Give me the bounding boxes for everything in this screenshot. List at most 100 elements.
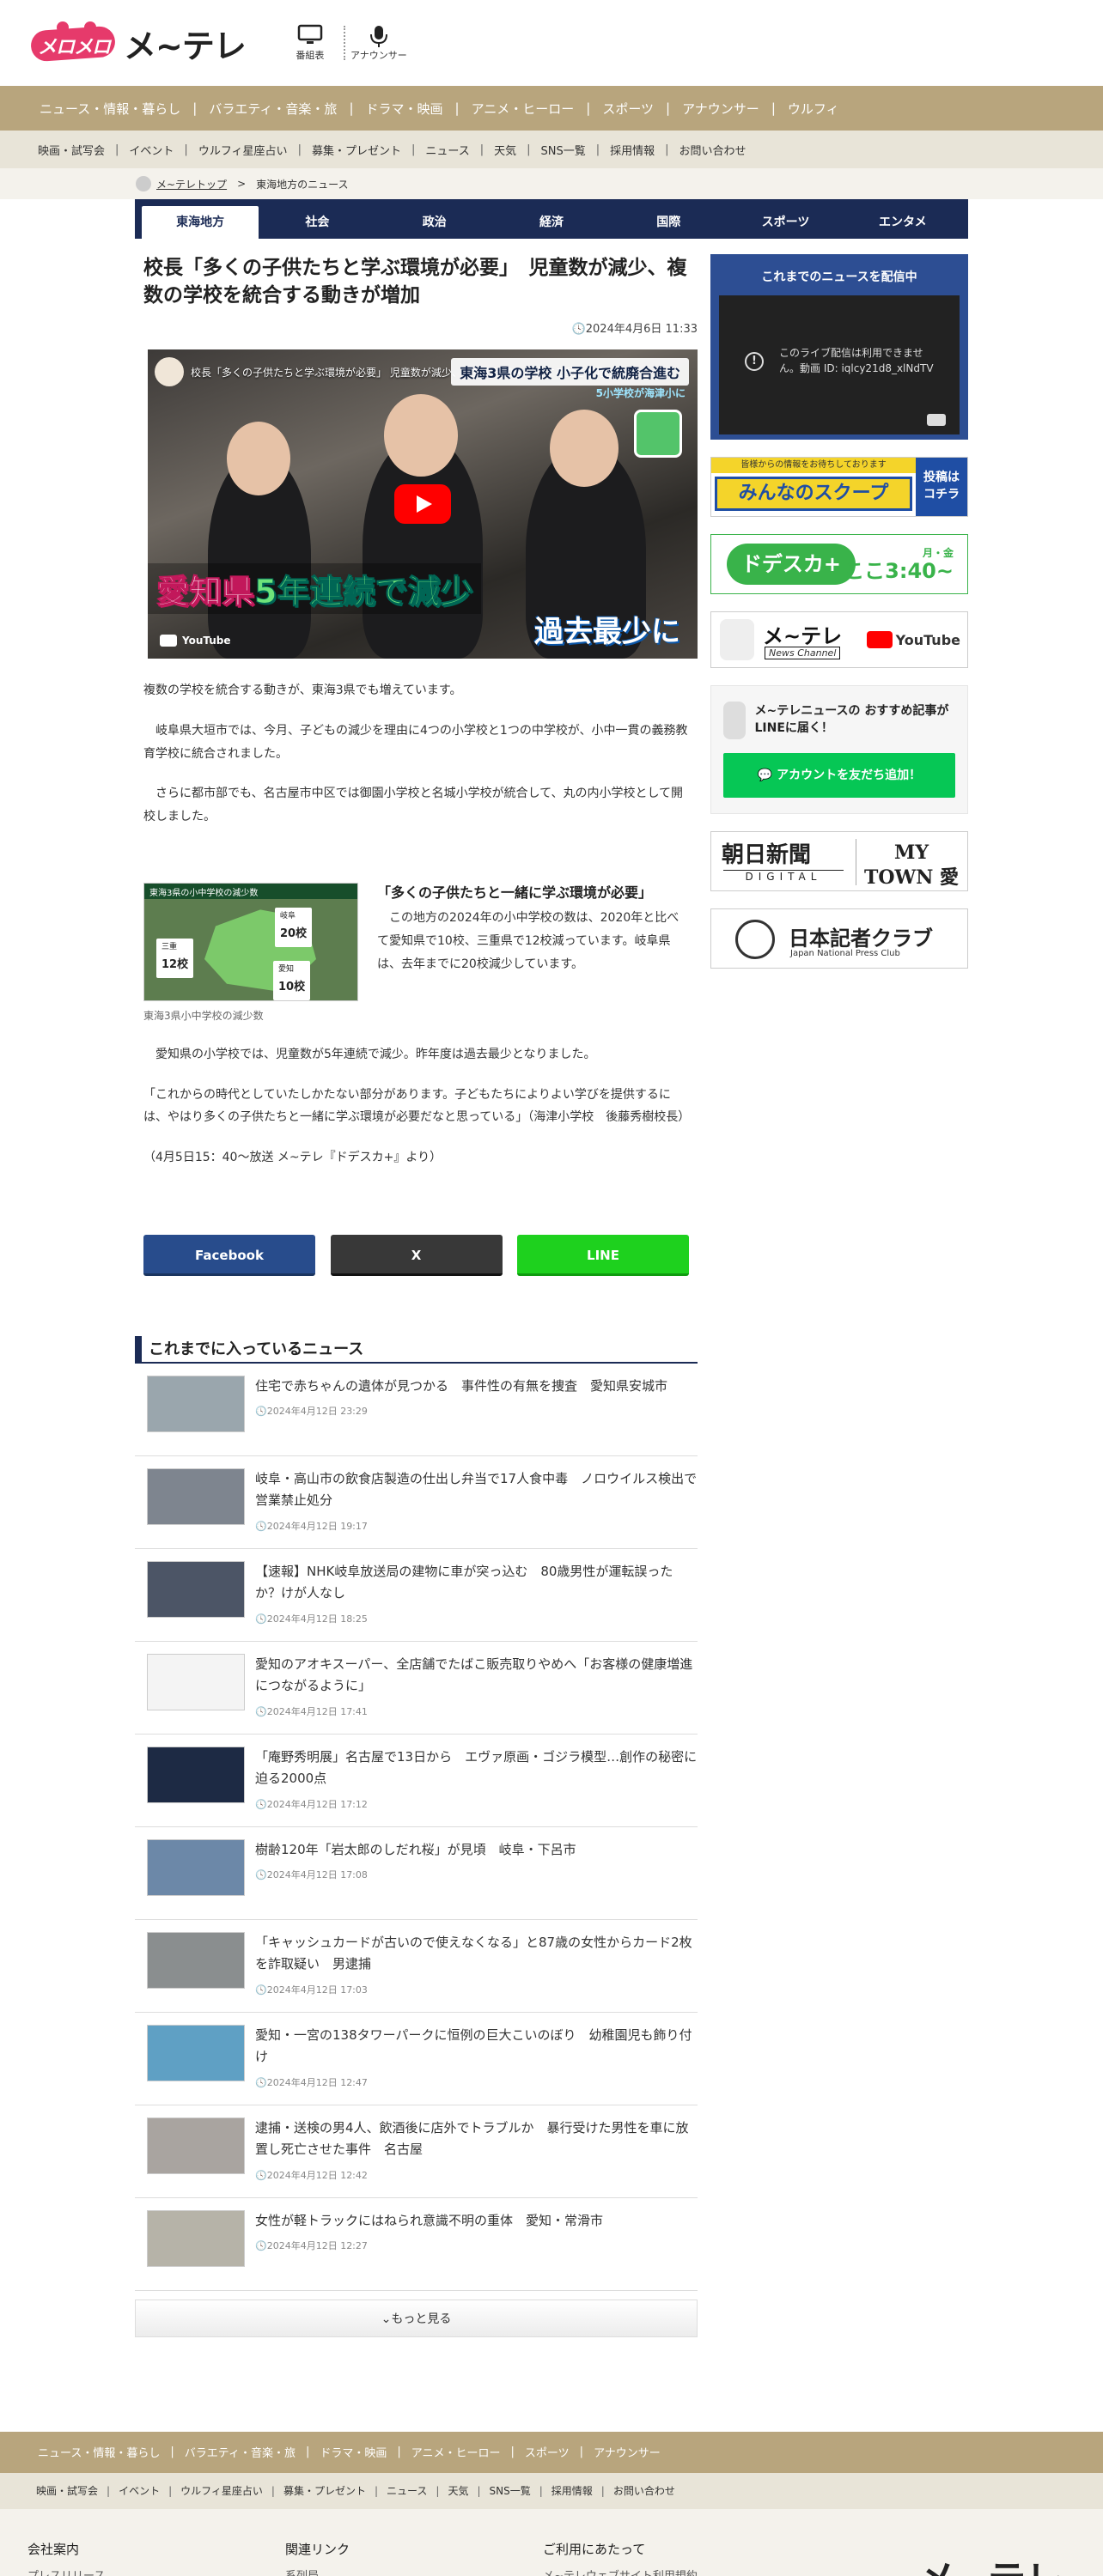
x-share-button[interactable]: X xyxy=(330,1234,503,1276)
asahi-mytown-banner[interactable]: 朝日新聞 DIGITAL MY TOWN 愛知 xyxy=(710,831,968,891)
footer-nav-news[interactable]: ニュース・情報・暮らし xyxy=(27,2444,170,2460)
play-icon[interactable] xyxy=(394,484,451,525)
dodesuka-banner[interactable]: ドデスカ+ 月・金 ここ3:40~ xyxy=(710,534,968,594)
subnav-present[interactable]: 募集・プレゼント xyxy=(302,142,411,158)
tab-sports[interactable]: スポーツ xyxy=(727,206,844,239)
news-thumbnail[interactable] xyxy=(147,2209,245,2267)
footer-sub-event[interactable]: イベント xyxy=(110,2483,168,2498)
site-logo[interactable]: メ~テレ xyxy=(124,20,247,67)
news-title[interactable]: 住宅で赤ちゃんの遺体が見つかる 事件性の有無を捜査 愛知県安城市 xyxy=(255,1376,667,1398)
news-list-item[interactable]: 女性が軽トラックにはねられ意識不明の重体 愛知・常滑市 🕓2024年4月12日 1… xyxy=(135,2198,698,2291)
subnav-contact[interactable]: お問い合わせ xyxy=(669,142,757,158)
footer-sub-recruit[interactable]: 採用情報 xyxy=(543,2483,601,2498)
nav-wolfy[interactable]: ウルフィ xyxy=(776,100,851,118)
subnav-weather[interactable]: 天気 xyxy=(484,142,527,158)
subnav-sns[interactable]: SNS一覧 xyxy=(531,142,596,158)
nav-news[interactable]: ニュース・情報・暮らし xyxy=(27,100,192,118)
scoop-banner[interactable]: 皆様からの情報をお待ちしております みんなのスクープ 投稿は コチラ xyxy=(710,457,968,517)
news-title[interactable]: 岐阜・高山市の飲食店製造の仕出し弁当で17人食中毒 ノロウイルス検出で営業禁止処… xyxy=(255,1468,698,1512)
footer-nav-sports[interactable]: スポーツ xyxy=(515,2444,580,2460)
footer-press-link[interactable]: プレスリリース xyxy=(27,2567,285,2576)
facebook-share-button[interactable]: Facebook xyxy=(143,1234,315,1276)
news-list-item[interactable]: 逮捕・送検の男4人、飲酒後に店外でトラブルか 暴行受けた男性を車に放置し死亡させ… xyxy=(135,2105,698,2198)
news-list-item[interactable]: 愛知・一宮の138タワーパークに恒例の巨大こいのぼり 幼稚園児も飾り付け 🕓202… xyxy=(135,2013,698,2105)
youtube-logo[interactable]: YouTube xyxy=(160,635,231,647)
nav-drama[interactable]: ドラマ・映画 xyxy=(354,100,455,118)
tab-international[interactable]: 国際 xyxy=(610,206,727,239)
news-title[interactable]: 【速報】NHK岐阜放送局の建物に車が突っ込む 80歳男性が運転誤ったか？けが人な… xyxy=(255,1561,698,1605)
news-list-item[interactable]: 「庵野秀明展」名古屋で13日から エヴァ原画・ゴジラ模型…創作の秘密に迫る200… xyxy=(135,1735,698,1827)
news-thumbnail[interactable] xyxy=(147,1653,245,1710)
breadcrumb-home[interactable]: メ~テレトップ xyxy=(136,176,227,191)
nav-announcer[interactable]: アナウンサー xyxy=(670,100,771,118)
news-thumbnail[interactable] xyxy=(147,1560,245,1618)
video-player[interactable]: 校長「多くの子供たちと学ぶ環境が必要」 児童数が減少、複数の学校を統合する動きが… xyxy=(148,349,698,659)
mascot-logo[interactable]: メロメロ xyxy=(29,21,117,64)
news-list-item[interactable]: 岐阜・高山市の飲食店製造の仕出し弁当で17人食中毒 ノロウイルス検出で営業禁止処… xyxy=(135,1456,698,1549)
announcer-link[interactable]: アナウンサー xyxy=(349,21,409,65)
footer-sub-sns[interactable]: SNS一覧 xyxy=(481,2483,539,2498)
channel-avatar[interactable] xyxy=(155,357,184,387)
video-caption-bottom: 過去最少に xyxy=(534,615,680,650)
line-share-button[interactable]: LINE xyxy=(517,1234,689,1276)
footer-company-link[interactable]: 会社案内 xyxy=(27,2540,285,2558)
news-list-item[interactable]: 住宅で赤ちゃんの遺体が見つかる 事件性の有無を捜査 愛知県安城市 🕓2024年4月… xyxy=(135,1364,698,1456)
map-image[interactable]: 東海3県の小中学校の減少数 岐阜 20校 三重 12校 愛知 10校 xyxy=(143,883,358,1002)
tab-tokai[interactable]: 東海地方 xyxy=(142,206,259,239)
footer-sub-weather[interactable]: 天気 xyxy=(439,2483,477,2498)
news-thumbnail[interactable] xyxy=(147,1931,245,1989)
footer-sub-present[interactable]: 募集・プレゼント xyxy=(275,2483,375,2498)
news-title[interactable]: 逮捕・送検の男4人、飲酒後に店外でトラブルか 暴行受けた男性を車に放置し死亡させ… xyxy=(255,2117,698,2161)
news-title[interactable]: 女性が軽トラックにはねられ意識不明の重体 愛知・常滑市 xyxy=(255,2210,603,2233)
news-thumbnail[interactable] xyxy=(147,1467,245,1525)
footer-sub-news[interactable]: ニュース xyxy=(378,2483,436,2498)
news-thumbnail[interactable] xyxy=(147,2117,245,2174)
news-list-item[interactable]: 樹齢120年「岩太郎のしだれ桜」が見頃 岐阜・下呂市 🕓2024年4月12日 17… xyxy=(135,1827,698,1920)
news-title[interactable]: 「キャッシュカードが古いので使えなくなる」と87歳の女性からカード2枚を詐取疑い… xyxy=(255,1932,698,1976)
footer-nav-anime[interactable]: アニメ・ヒーロー xyxy=(401,2444,511,2460)
news-list-item[interactable]: 「キャッシュカードが古いので使えなくなる」と87歳の女性からカード2枚を詐取疑い… xyxy=(135,1920,698,2013)
nav-variety[interactable]: バラエティ・音楽・旅 xyxy=(197,100,349,118)
footer-sub-contact[interactable]: お問い合わせ xyxy=(605,2483,684,2498)
line-add-friend-button[interactable]: 💬 アカウントを友だち追加！ xyxy=(723,753,955,798)
footer-sub-movie[interactable]: 映画・試写会 xyxy=(27,2483,107,2498)
news-list-item[interactable]: 愛知のアオキスーパー、全店舗でたばこ販売取りやめへ「お客様の健康増進につながるよ… xyxy=(135,1642,698,1735)
press-club-banner[interactable]: 日本記者クラブ Japan National Press Club xyxy=(710,908,968,969)
news-thumbnail[interactable] xyxy=(147,1746,245,1803)
tab-politics[interactable]: 政治 xyxy=(376,206,493,239)
youtube-icon[interactable] xyxy=(927,414,946,426)
subnav-horoscope[interactable]: ウルフィ星座占い xyxy=(188,142,298,158)
news-title[interactable]: 「庵野秀明展」名古屋で13日から エヴァ原画・ゴジラ模型…創作の秘密に迫る200… xyxy=(255,1747,698,1790)
breadcrumb: メ~テレトップ > 東海地方のニュース xyxy=(0,168,1103,199)
footer-terms-link[interactable]: メ~テレウェブサイト利用規約 xyxy=(543,2567,801,2576)
footer-nav-drama[interactable]: ドラマ・映画 xyxy=(309,2444,397,2460)
news-list-item[interactable]: 【速報】NHK岐阜放送局の建物に車が突っ込む 80歳男性が運転誤ったか？けが人な… xyxy=(135,1549,698,1642)
footer-nav-announcer[interactable]: アナウンサー xyxy=(583,2444,671,2460)
live-video-player[interactable]: ! このライブ配信は利用できません。動画 ID: iqlcy21d8_xlNdT… xyxy=(719,295,960,434)
news-thumbnail[interactable] xyxy=(147,1838,245,1896)
news-title[interactable]: 愛知・一宮の138タワーパークに恒例の巨大こいのぼり 幼稚園児も飾り付け xyxy=(255,2025,698,2069)
news-thumbnail[interactable] xyxy=(147,1375,245,1432)
subnav-recruit[interactable]: 採用情報 xyxy=(600,142,665,158)
news-title[interactable]: 樹齢120年「岩太郎のしだれ桜」が見頃 岐阜・下呂市 xyxy=(255,1839,576,1862)
subnav-event[interactable]: イベント xyxy=(119,142,184,158)
tv-schedule-link[interactable]: 番組表 xyxy=(280,21,340,65)
tab-society[interactable]: 社会 xyxy=(259,206,375,239)
footer-nav-variety[interactable]: バラエティ・音楽・旅 xyxy=(174,2444,306,2460)
tab-economy[interactable]: 経済 xyxy=(493,206,610,239)
footer-sub-horoscope[interactable]: ウルフィ星座占い xyxy=(172,2483,271,2498)
nav-anime[interactable]: アニメ・ヒーロー xyxy=(460,100,587,118)
youtube-channel-banner[interactable]: メ~テレ News Channel YouTube xyxy=(710,611,968,668)
nav-sports[interactable]: スポーツ xyxy=(590,100,666,118)
footer-usage-heading[interactable]: ご利用にあたって xyxy=(543,2540,801,2558)
news-thumbnail[interactable] xyxy=(147,2024,245,2081)
footer-affiliates-link[interactable]: 系列局 xyxy=(285,2567,543,2576)
footer-related-heading[interactable]: 関連リンク xyxy=(285,2540,543,2558)
subnav-movie[interactable]: 映画・試写会 xyxy=(27,142,115,158)
tab-entertainment[interactable]: エンタメ xyxy=(844,206,961,239)
news-title[interactable]: 愛知のアオキスーパー、全店舗でたばこ販売取りやめへ「お客様の健康増進につながるよ… xyxy=(255,1654,698,1698)
load-more-button[interactable]: ⌄もっと見る xyxy=(135,2299,698,2337)
alert-icon: ! xyxy=(745,352,764,371)
subnav-news[interactable]: ニュース xyxy=(415,142,479,158)
footer-logo[interactable]: メ~テレ xyxy=(918,2549,1063,2576)
